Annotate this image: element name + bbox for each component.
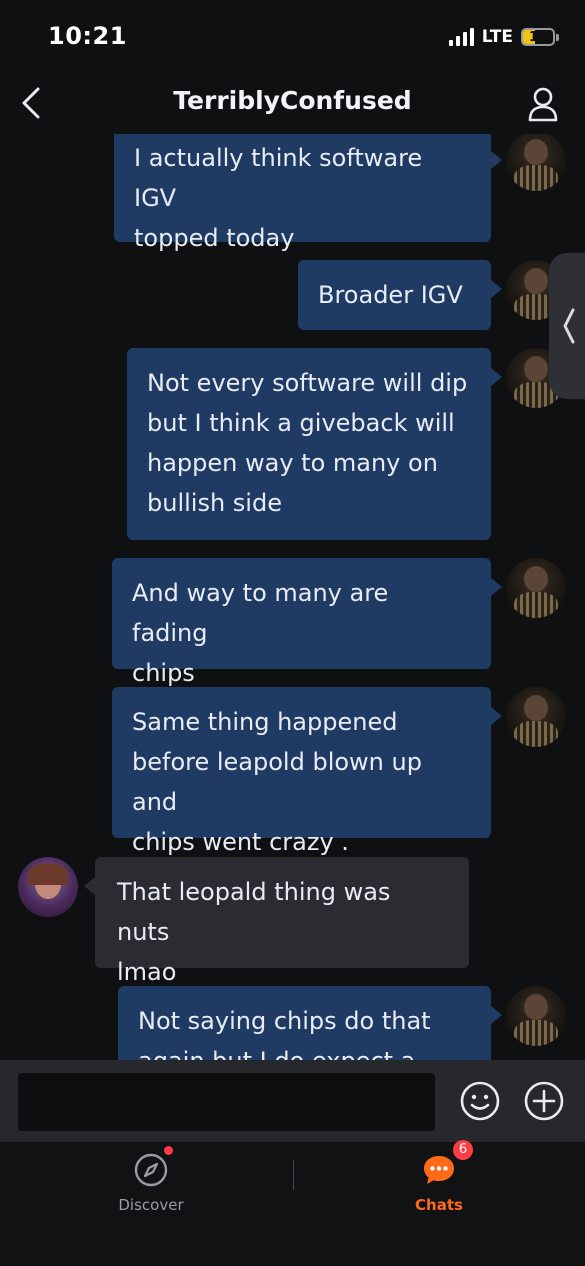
message-bubble[interactable]: Not saying chips do that again but I do … <box>118 986 491 1060</box>
message-line: chips went crazy . <box>132 828 349 856</box>
notification-dot <box>164 1146 173 1155</box>
status-time: 10:21 <box>48 22 127 50</box>
chat-title: TerriblyConfused <box>173 86 412 115</box>
nav-discover-label: Discover <box>118 1196 184 1214</box>
network-label: LTE <box>481 27 513 47</box>
message-line: Not saying chips do that <box>138 1007 431 1035</box>
status-indicators: LTE 12 <box>448 26 559 48</box>
message-bubble[interactable]: Not every software will dip but I think … <box>127 348 491 540</box>
nav-divider <box>293 1160 294 1190</box>
message-line: topped today <box>134 224 295 252</box>
message-line: but I think a giveback will <box>147 409 455 437</box>
message-line: before leapold blown up and <box>132 748 422 816</box>
message-line: I actually think software IGV <box>134 144 423 212</box>
message-line: And way to many are fading <box>132 579 389 647</box>
nav-chats[interactable]: 6 Chats <box>369 1140 509 1232</box>
message-line: Not every software will dip <box>147 369 468 397</box>
bottom-nav: Discover 6 Chats <box>0 1140 585 1266</box>
message-input[interactable] <box>18 1073 435 1131</box>
composer-bar <box>0 1060 585 1142</box>
avatar[interactable] <box>506 558 566 618</box>
chevron-left-icon <box>563 308 575 344</box>
avatar[interactable] <box>506 986 566 1046</box>
avatar[interactable] <box>506 687 566 747</box>
battery-icon: 12 <box>521 28 559 46</box>
user-icon <box>528 87 558 122</box>
chat-screen: 10:21 LTE 12 TerriblyConfused I actually… <box>0 0 585 1266</box>
message-line: Broader IGV <box>318 281 463 309</box>
chat-bubble-icon: 6 <box>421 1140 473 1188</box>
avatar[interactable] <box>18 857 78 917</box>
message-bubble[interactable]: I actually think software IGV topped tod… <box>114 134 491 252</box>
signal-icon <box>448 28 474 46</box>
message-list[interactable]: I actually think software IGV topped tod… <box>0 134 585 1060</box>
plus-circle-icon <box>524 1081 564 1121</box>
unread-badge: 6 <box>453 1140 473 1160</box>
message-line: Same thing happened <box>132 708 398 736</box>
profile-button[interactable] <box>523 84 563 124</box>
status-bar: 10:21 LTE 12 <box>0 0 585 72</box>
message-bubble[interactable]: Broader IGV <box>298 260 491 330</box>
side-drawer-handle[interactable] <box>549 253 585 399</box>
avatar[interactable] <box>506 134 566 191</box>
message-line: happen way to many on <box>147 449 438 477</box>
message-line: bullish side <box>147 489 282 517</box>
chat-header: TerriblyConfused <box>0 72 585 134</box>
message-bubble[interactable]: That leopald thing was nuts lmao <box>95 857 469 986</box>
message-bubble[interactable]: Same thing happened before leapold blown… <box>112 687 491 856</box>
nav-chats-label: Chats <box>415 1196 463 1214</box>
compass-icon <box>133 1146 173 1188</box>
add-attachment-button[interactable] <box>523 1080 565 1122</box>
nav-discover[interactable]: Discover <box>81 1146 221 1232</box>
smiley-icon <box>460 1081 500 1121</box>
battery-level: 12 <box>528 29 548 45</box>
message-bubble[interactable]: And way to many are fading chips <box>112 558 491 687</box>
message-line: That leopald thing was nuts <box>117 878 391 946</box>
emoji-button[interactable] <box>459 1080 501 1122</box>
message-line: again but I do expect a rally <box>138 1041 471 1060</box>
